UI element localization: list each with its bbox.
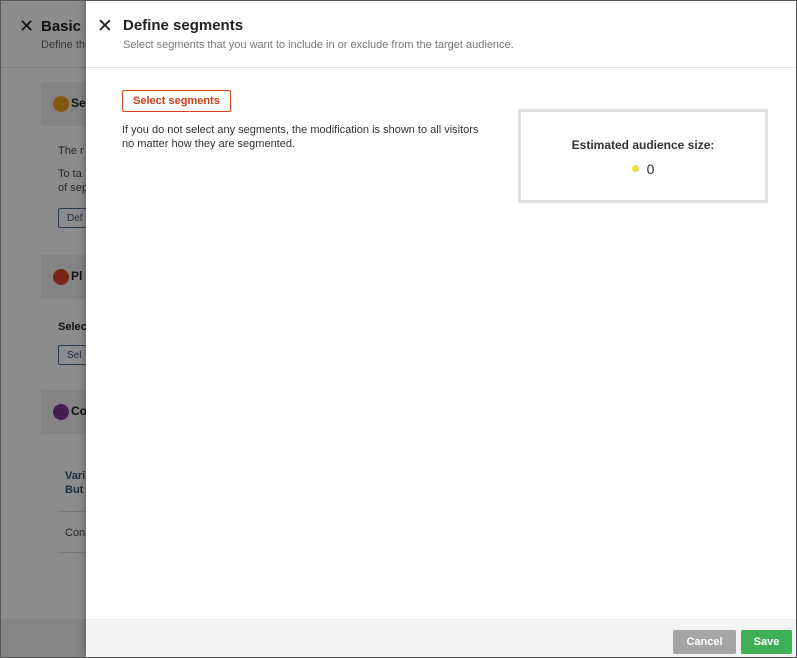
panel-header: ✕ Define segments Select segments that y… (86, 1, 796, 68)
status-dot-icon (631, 164, 639, 172)
cancel-button[interactable]: Cancel (673, 630, 736, 654)
panel-title: Define segments (123, 17, 244, 34)
close-icon[interactable]: ✕ (97, 15, 113, 38)
estimated-audience-value: 0 (646, 161, 655, 177)
estimated-audience-box: Estimated audience size: 0 (518, 109, 768, 203)
save-button[interactable]: Save (741, 630, 792, 654)
estimated-audience-value-row: 0 (521, 161, 765, 177)
info-text: If you do not select any segments, the m… (122, 124, 479, 150)
select-segments-button[interactable]: Select segments (122, 90, 231, 112)
panel-subtitle: Select segments that you want to include… (123, 39, 514, 51)
define-segments-panel: ✕ Define segments Select segments that y… (86, 1, 796, 657)
app-frame: ✕ Basic s Define th Se The r To ta of se… (0, 0, 797, 658)
estimated-audience-label: Estimated audience size: (571, 138, 715, 152)
panel-footer: Cancel Save (86, 619, 796, 657)
